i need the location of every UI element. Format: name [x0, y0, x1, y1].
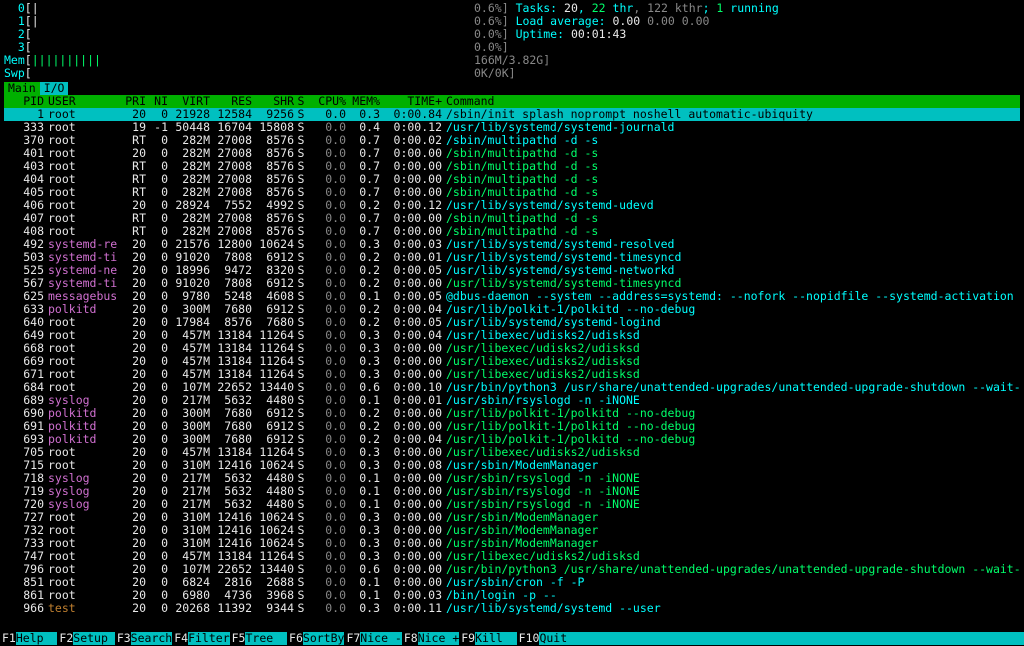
fn-label[interactable]: SortBy	[303, 631, 345, 645]
fn-label[interactable]: Nice +	[418, 631, 460, 645]
process-row[interactable]: 625messagebus200978052484608S0.00.10:00.…	[4, 290, 1020, 303]
process-row[interactable]: 503systemd-ti2009102078086912S0.00.20:00…	[4, 251, 1020, 264]
process-row[interactable]: 492systemd-re200215761280010624S0.00.30:…	[4, 238, 1020, 251]
process-row[interactable]: 691polkitd200300M76806912S0.00.20:00.00/…	[4, 420, 1020, 433]
process-row[interactable]: 733root200310M1241610624S0.00.30:00.00/u…	[4, 537, 1020, 550]
fn-label[interactable]: Filter	[188, 631, 230, 645]
col-pid[interactable]: PID	[4, 95, 44, 108]
fn-key[interactable]: F1	[0, 631, 16, 645]
process-row[interactable]: 403rootRT0282M270088576S0.00.70:00.00/sb…	[4, 160, 1020, 173]
fn-key[interactable]: F2	[57, 631, 73, 645]
fn-label[interactable]: Nice -	[360, 631, 402, 645]
process-table[interactable]: PID USER PRI NI VIRT RES SHR S CPU% MEM%…	[4, 95, 1020, 615]
fn-key[interactable]: F3	[115, 631, 131, 645]
process-row[interactable]: 732root200310M1241610624S0.00.30:00.00/u…	[4, 524, 1020, 537]
process-row[interactable]: 401root200282M270088576S0.00.70:00.00/sb…	[4, 147, 1020, 160]
fn-key[interactable]: F8	[402, 631, 418, 645]
fn-key[interactable]: F7	[344, 631, 360, 645]
process-row[interactable]: 649root200457M1318411264S0.00.30:00.04/u…	[4, 329, 1020, 342]
process-row[interactable]: 851root200682428162688S0.00.10:00.00/usr…	[4, 576, 1020, 589]
process-row[interactable]: 715root200310M1241610624S0.00.30:00.08/u…	[4, 459, 1020, 472]
process-row[interactable]: 669root200457M1318411264S0.00.30:00.00/u…	[4, 355, 1020, 368]
fn-key[interactable]: F9	[459, 631, 475, 645]
fn-label[interactable]: Help	[16, 631, 58, 645]
process-row[interactable]: 718syslog200217M56324480S0.00.10:00.00/u…	[4, 472, 1020, 485]
col-s[interactable]: S	[294, 95, 308, 108]
tabs: MainI/O	[4, 82, 1020, 95]
process-row[interactable]: 405rootRT0282M270088576S0.00.70:00.00/sb…	[4, 186, 1020, 199]
function-keys[interactable]: F1Help F2Setup F3SearchF4FilterF5Tree F6…	[0, 632, 1024, 645]
fn-key[interactable]: F5	[230, 631, 246, 645]
process-row[interactable]: 408rootRT0282M270088576S0.00.70:00.00/sb…	[4, 225, 1020, 238]
fn-label[interactable]: Setup	[73, 631, 115, 645]
process-row[interactable]: 333root19-1504481670415808S0.00.40:00.12…	[4, 121, 1020, 134]
col-res[interactable]: RES	[210, 95, 252, 108]
column-headers[interactable]: PID USER PRI NI VIRT RES SHR S CPU% MEM%…	[4, 95, 1020, 108]
process-row[interactable]: 747root200457M1318411264S0.00.30:00.00/u…	[4, 550, 1020, 563]
process-row[interactable]: 407rootRT0282M270088576S0.00.70:00.00/sb…	[4, 212, 1020, 225]
fn-label[interactable]: Quit	[539, 631, 581, 645]
col-cpu[interactable]: CPU%	[308, 95, 346, 108]
process-row[interactable]: 1root20021928125849256S0.00.30:00.84/sbi…	[4, 108, 1020, 121]
col-pri[interactable]: PRI	[118, 95, 146, 108]
fn-key[interactable]: F10	[517, 631, 540, 645]
col-cmd[interactable]: Command	[442, 95, 1020, 108]
process-row[interactable]: 727root200310M1241610624S0.00.30:00.00/u…	[4, 511, 1020, 524]
process-row[interactable]: 705root200457M1318411264S0.00.30:00.00/u…	[4, 446, 1020, 459]
process-row[interactable]: 525systemd-ne2001899694728320S0.00.20:00…	[4, 264, 1020, 277]
process-row[interactable]: 668root200457M1318411264S0.00.30:00.00/u…	[4, 342, 1020, 355]
tab-io[interactable]: I/O	[40, 82, 69, 95]
process-row[interactable]: 796root200107M2265213440S0.00.60:00.00/u…	[4, 563, 1020, 576]
col-mem[interactable]: MEM%	[346, 95, 380, 108]
cpu-meters: 0[| 1[| 2[ 3[ Mem[|||||||||| Swp[	[4, 2, 474, 80]
header: 0[| 1[| 2[ 3[ Mem[|||||||||| Swp[ 0.6%] …	[4, 2, 1020, 80]
fn-key[interactable]: F4	[172, 631, 188, 645]
process-row[interactable]: 640root2001798485767680S0.00.20:00.05/us…	[4, 316, 1020, 329]
process-row[interactable]: 693polkitd200300M76806912S0.00.20:00.04/…	[4, 433, 1020, 446]
process-row[interactable]: 567systemd-ti2009102078086912S0.00.20:00…	[4, 277, 1020, 290]
fn-key[interactable]: F6	[287, 631, 303, 645]
process-row[interactable]: 633polkitd200300M76806912S0.00.20:00.04/…	[4, 303, 1020, 316]
process-row[interactable]: 719syslog200217M56324480S0.00.10:00.00/u…	[4, 485, 1020, 498]
tab-main[interactable]: Main	[4, 82, 40, 95]
process-row[interactable]: 671root200457M1318411264S0.00.30:00.00/u…	[4, 368, 1020, 381]
process-row[interactable]: 861root200698047363968S0.00.10:00.03/bin…	[4, 589, 1020, 602]
col-shr[interactable]: SHR	[252, 95, 294, 108]
process-row[interactable]: 690polkitd200300M76806912S0.00.20:00.00/…	[4, 407, 1020, 420]
process-row[interactable]: 720syslog200217M56324480S0.00.10:00.00/u…	[4, 498, 1020, 511]
process-row[interactable]: 406root2002892475524992S0.00.20:00.12/us…	[4, 199, 1020, 212]
col-ni[interactable]: NI	[146, 95, 168, 108]
process-row[interactable]: 370rootRT0282M270088576S0.00.70:00.02/sb…	[4, 134, 1020, 147]
process-row[interactable]: 404rootRT0282M270088576S0.00.70:00.00/sb…	[4, 173, 1020, 186]
summary: 0.6%] Tasks: 20, 22 thr, 122 kthr; 1 run…	[474, 2, 1020, 80]
col-time[interactable]: TIME+	[380, 95, 442, 108]
col-user[interactable]: USER	[44, 95, 118, 108]
process-row[interactable]: 689syslog200217M56324480S0.00.10:00.01/u…	[4, 394, 1020, 407]
col-virt[interactable]: VIRT	[168, 95, 210, 108]
process-row[interactable]: 684root200107M2265213440S0.00.60:00.10/u…	[4, 381, 1020, 394]
fn-label[interactable]: Kill	[475, 631, 517, 645]
fn-label[interactable]: Search	[131, 631, 173, 645]
fn-label[interactable]: Tree	[245, 631, 287, 645]
process-row[interactable]: 966test20020268113929344S0.00.30:00.11/u…	[4, 602, 1020, 615]
